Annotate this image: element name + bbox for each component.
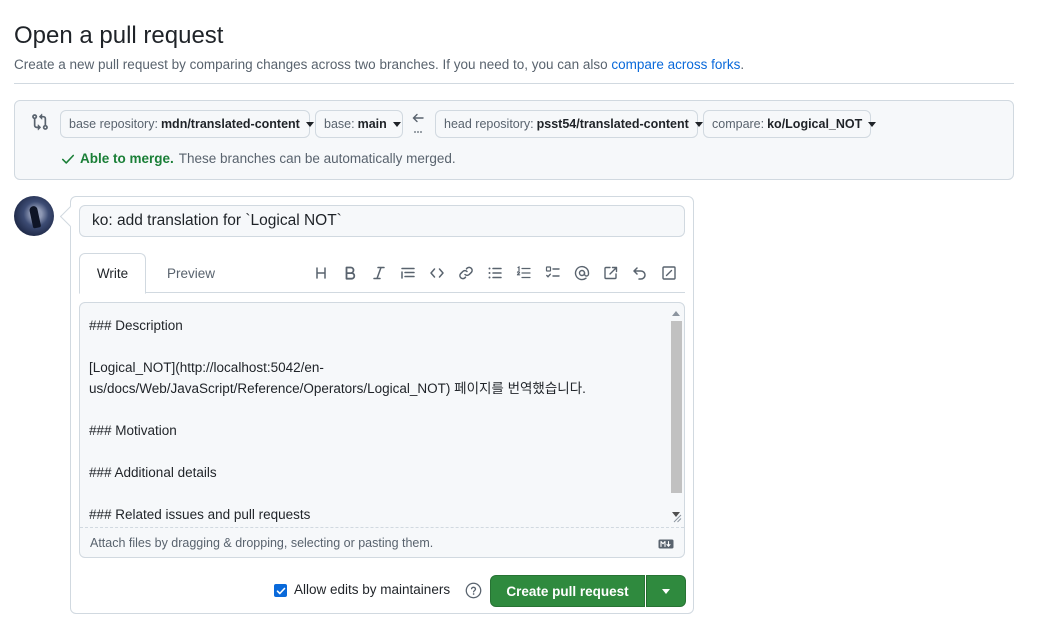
ordered-list-icon[interactable] (509, 259, 538, 287)
caret-down-icon (305, 121, 314, 127)
attach-hint: Attach files by dragging & dropping, sel… (90, 536, 434, 550)
form-footer: Allow edits by maintainers Create pull r… (271, 575, 686, 607)
base-branch-prefix: base: (324, 117, 355, 131)
title-input[interactable]: ko: add translation for `Logical NOT` (79, 205, 685, 237)
attach-files-bar[interactable]: Attach files by dragging & dropping, sel… (80, 527, 684, 557)
scroll-up-icon[interactable] (672, 311, 680, 316)
link-icon[interactable] (451, 259, 480, 287)
allow-edits-checkbox[interactable] (274, 584, 287, 597)
head-repository-select[interactable]: head repository: psst54/translated-conte… (435, 110, 703, 138)
check-icon (61, 154, 75, 164)
merge-status: Able to merge. These branches can be aut… (61, 151, 456, 166)
undo-icon[interactable] (625, 259, 654, 287)
editor-scrollbar[interactable] (669, 305, 683, 523)
markdown-icon (658, 539, 674, 549)
page-title: Open a pull request (14, 22, 224, 49)
caret-down-icon (694, 121, 703, 127)
header-divider (14, 83, 1014, 84)
code-icon[interactable] (422, 259, 451, 287)
base-branch-value: main (357, 117, 387, 131)
task-list-icon[interactable] (538, 259, 567, 287)
bold-icon[interactable] (335, 259, 364, 287)
base-repository-prefix: base repository: (69, 117, 158, 131)
markdown-toolbar (306, 259, 683, 287)
create-pull-request-button[interactable]: Create pull request (490, 575, 645, 607)
allow-edits-label[interactable]: Allow edits by maintainers (294, 582, 450, 597)
base-repository-select[interactable]: base repository: mdn/translated-content (60, 110, 314, 138)
compare-branch-value: ko/Logical_NOT (767, 117, 863, 131)
compare-branch-select[interactable]: compare: ko/Logical_NOT (703, 110, 877, 138)
mention-icon[interactable] (567, 259, 596, 287)
caret-down-icon (392, 121, 401, 127)
question-icon[interactable] (465, 582, 482, 599)
branch-range-panel: base repository: mdn/translated-content … (14, 100, 1014, 180)
pull-request-form: ko: add translation for `Logical NOT` Wr… (70, 196, 694, 614)
caret-down-icon (662, 588, 670, 594)
subtitle-text: Create a new pull request by comparing c… (14, 57, 612, 72)
create-options-dropdown[interactable] (646, 575, 686, 607)
base-repository-value: mdn/translated-content (160, 117, 300, 131)
body-textarea[interactable]: ### Description [Logical_NOT](http://loc… (80, 303, 668, 527)
editor-tabs: Write Preview (79, 253, 685, 294)
compare-across-forks-link[interactable]: compare across forks (611, 57, 740, 72)
checkmark-icon (276, 587, 285, 594)
base-branch-select[interactable]: base: main (315, 110, 403, 138)
scroll-thumb[interactable] (671, 321, 682, 493)
italic-icon[interactable] (364, 259, 393, 287)
page-subtitle: Create a new pull request by comparing c… (14, 57, 744, 72)
reference-icon[interactable] (596, 259, 625, 287)
avatar[interactable] (14, 196, 54, 236)
merge-message: These branches can be automatically merg… (178, 151, 456, 166)
tab-preview[interactable]: Preview (155, 253, 227, 293)
head-repository-value: psst54/translated-content (536, 117, 689, 131)
arrow-left-icon (412, 113, 424, 133)
heading-icon[interactable] (306, 259, 335, 287)
compare-branch-prefix: compare: (712, 117, 765, 131)
head-repository-prefix: head repository: (444, 117, 534, 131)
quote-icon[interactable] (393, 259, 422, 287)
body-editor[interactable]: ### Description [Logical_NOT](http://loc… (79, 302, 685, 558)
merge-ok-label: Able to merge. (80, 151, 174, 166)
subtitle-end: . (740, 57, 745, 72)
tab-write[interactable]: Write (79, 253, 146, 294)
unordered-list-icon[interactable] (480, 259, 509, 287)
resize-grip-icon[interactable] (672, 513, 682, 523)
fullscreen-icon[interactable] (654, 259, 683, 287)
caret-down-icon (868, 121, 877, 127)
git-compare-icon (32, 113, 48, 131)
